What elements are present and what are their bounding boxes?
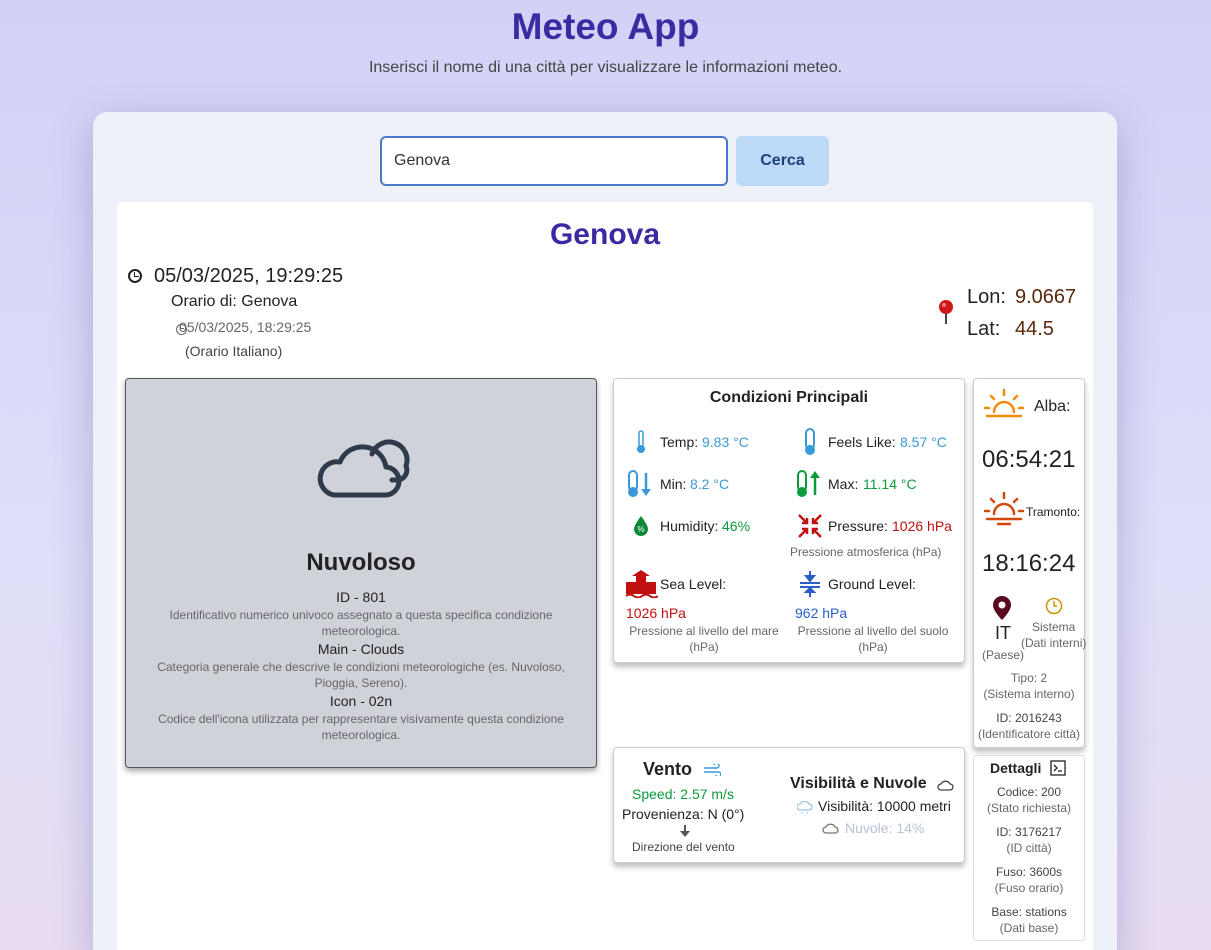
description-title: Nuvoloso xyxy=(306,549,416,576)
clock-icon xyxy=(128,269,142,283)
details-id: ID: 3176217 xyxy=(996,825,1062,839)
system-label: (Dati interni) xyxy=(1021,636,1087,650)
lon-value: 9.0667 xyxy=(1015,286,1077,308)
pressure-label: Pressure: xyxy=(828,518,888,534)
details-base-label: (Dati base) xyxy=(999,921,1059,935)
sunset-label: Tramonto: xyxy=(1026,505,1081,519)
italian-time: 05/03/2025, 18:29:25 xyxy=(179,319,312,335)
location-pin-icon xyxy=(993,596,1011,620)
lat-label: Lat: xyxy=(967,318,1001,340)
thermometer-icon xyxy=(637,430,645,453)
pressure-icon xyxy=(798,514,822,538)
max-value: 11.14 °C xyxy=(863,476,917,492)
system-id-label: (Identificatore città) xyxy=(977,727,1081,741)
system-type: Tipo: 2 xyxy=(1010,671,1048,685)
details-timezone-label: (Fuso orario) xyxy=(994,881,1064,895)
country-code: IT xyxy=(995,623,1011,643)
cloud-small-icon xyxy=(937,780,954,791)
italian-time-label: (Orario Italiano) xyxy=(185,343,283,359)
details-title: Dettagli xyxy=(990,760,1042,776)
humidity-label: Humidity: xyxy=(660,518,719,534)
city-title: Genova xyxy=(549,218,661,251)
clouds-value: Nuvole: 14% xyxy=(845,820,925,836)
wind-direction: Provenienza: N (0°) xyxy=(622,806,745,822)
description-icon: Icon - 02n xyxy=(329,693,393,709)
wind-arrow-icon xyxy=(680,825,690,837)
description-id: ID - 801 xyxy=(336,589,386,605)
sea-level-value: 1026 hPa xyxy=(626,605,686,621)
wind-direction-label: Direzione del vento xyxy=(632,840,735,854)
humidity-icon: % xyxy=(634,516,648,536)
pin-icon xyxy=(939,300,953,324)
system-title: Sistema xyxy=(1032,620,1076,634)
search-button[interactable]: Cerca xyxy=(736,136,829,186)
feels-like-label: Feels Like: xyxy=(828,434,896,450)
sunrise-time: 06:54:21 xyxy=(982,446,1076,473)
local-time-label: Orario di: Genova xyxy=(171,293,298,310)
temp-max-icon xyxy=(797,470,820,497)
app-subtitle: Inserisci il nome di una città per visua… xyxy=(368,59,843,76)
sunset-icon xyxy=(984,492,1024,526)
system-clock-icon xyxy=(1045,597,1063,615)
sea-level-description: Pressione al livello del mare (hPa) xyxy=(629,624,779,654)
description-id-text: Identificativo numerico univoco assegnat… xyxy=(169,608,553,638)
sunrise-label: Alba: xyxy=(1034,398,1071,415)
details-id-label: (ID città) xyxy=(1006,841,1052,855)
details-base: Base: stations xyxy=(991,905,1067,919)
search-input[interactable]: Genova xyxy=(380,136,728,186)
temp-min-icon xyxy=(628,470,651,497)
ground-level-value: 962 hPa xyxy=(795,605,848,621)
ground-level-icon xyxy=(800,571,820,597)
description-main: Main - Clouds xyxy=(317,641,405,657)
svg-text:%: % xyxy=(637,525,644,534)
feels-like-value: 8.57 °C xyxy=(900,434,947,450)
wind-speed: Speed: 2.57 m/s xyxy=(632,786,734,802)
wind-title: Vento xyxy=(643,759,693,779)
system-type-label: (Sistema interno) xyxy=(983,687,1075,701)
app-title: Meteo App xyxy=(511,6,700,47)
visibility-title: Visibilità e Nuvole xyxy=(790,775,927,792)
conditions-title: Condizioni Principali xyxy=(709,389,869,406)
min-value: 8.2 °C xyxy=(690,476,730,492)
sunset-time: 18:16:24 xyxy=(982,550,1076,577)
system-id: ID: 2016243 xyxy=(996,711,1062,725)
sea-level-label: Sea Level: xyxy=(660,576,727,592)
description-main-text: Categoria generale che descrive le condi… xyxy=(157,660,565,690)
ground-level-description: Pressione al livello del suolo (hPa) xyxy=(797,624,949,654)
sea-level-icon xyxy=(625,570,658,598)
humidity-value: 46% xyxy=(722,518,751,534)
visibility-icon xyxy=(797,801,813,814)
cloud-icon xyxy=(317,439,410,498)
temp-value: 9.83 °C xyxy=(702,434,749,450)
clouds-icon xyxy=(822,823,839,834)
details-code: Codice: 200 xyxy=(996,785,1062,799)
lon-label: Lon: xyxy=(967,286,1006,308)
local-time: 05/03/2025, 19:29:25 xyxy=(154,265,344,287)
min-label: Min: xyxy=(660,476,687,492)
lat-value: 44.5 xyxy=(1015,318,1054,340)
pressure-description: Pressione atmosferica (hPa) xyxy=(790,545,942,559)
description-icon-text: Codice dell'icona utilizzata per rappres… xyxy=(158,712,564,742)
details-timezone: Fuso: 3600s xyxy=(995,865,1063,879)
terminal-icon xyxy=(1050,760,1066,776)
details-code-label: (Stato richiesta) xyxy=(986,801,1072,815)
temp-label: Temp: xyxy=(660,434,699,450)
ground-level-label: Ground Level: xyxy=(828,576,916,592)
country-label: (Paese) xyxy=(982,648,1025,662)
visibility-value: Visibilità: 10000 metri xyxy=(818,798,951,814)
pressure-value: 1026 hPa xyxy=(892,518,952,534)
wind-icon xyxy=(704,764,721,776)
max-label: Max: xyxy=(828,476,859,492)
feels-like-icon xyxy=(805,428,815,455)
sunrise-icon xyxy=(984,388,1024,418)
